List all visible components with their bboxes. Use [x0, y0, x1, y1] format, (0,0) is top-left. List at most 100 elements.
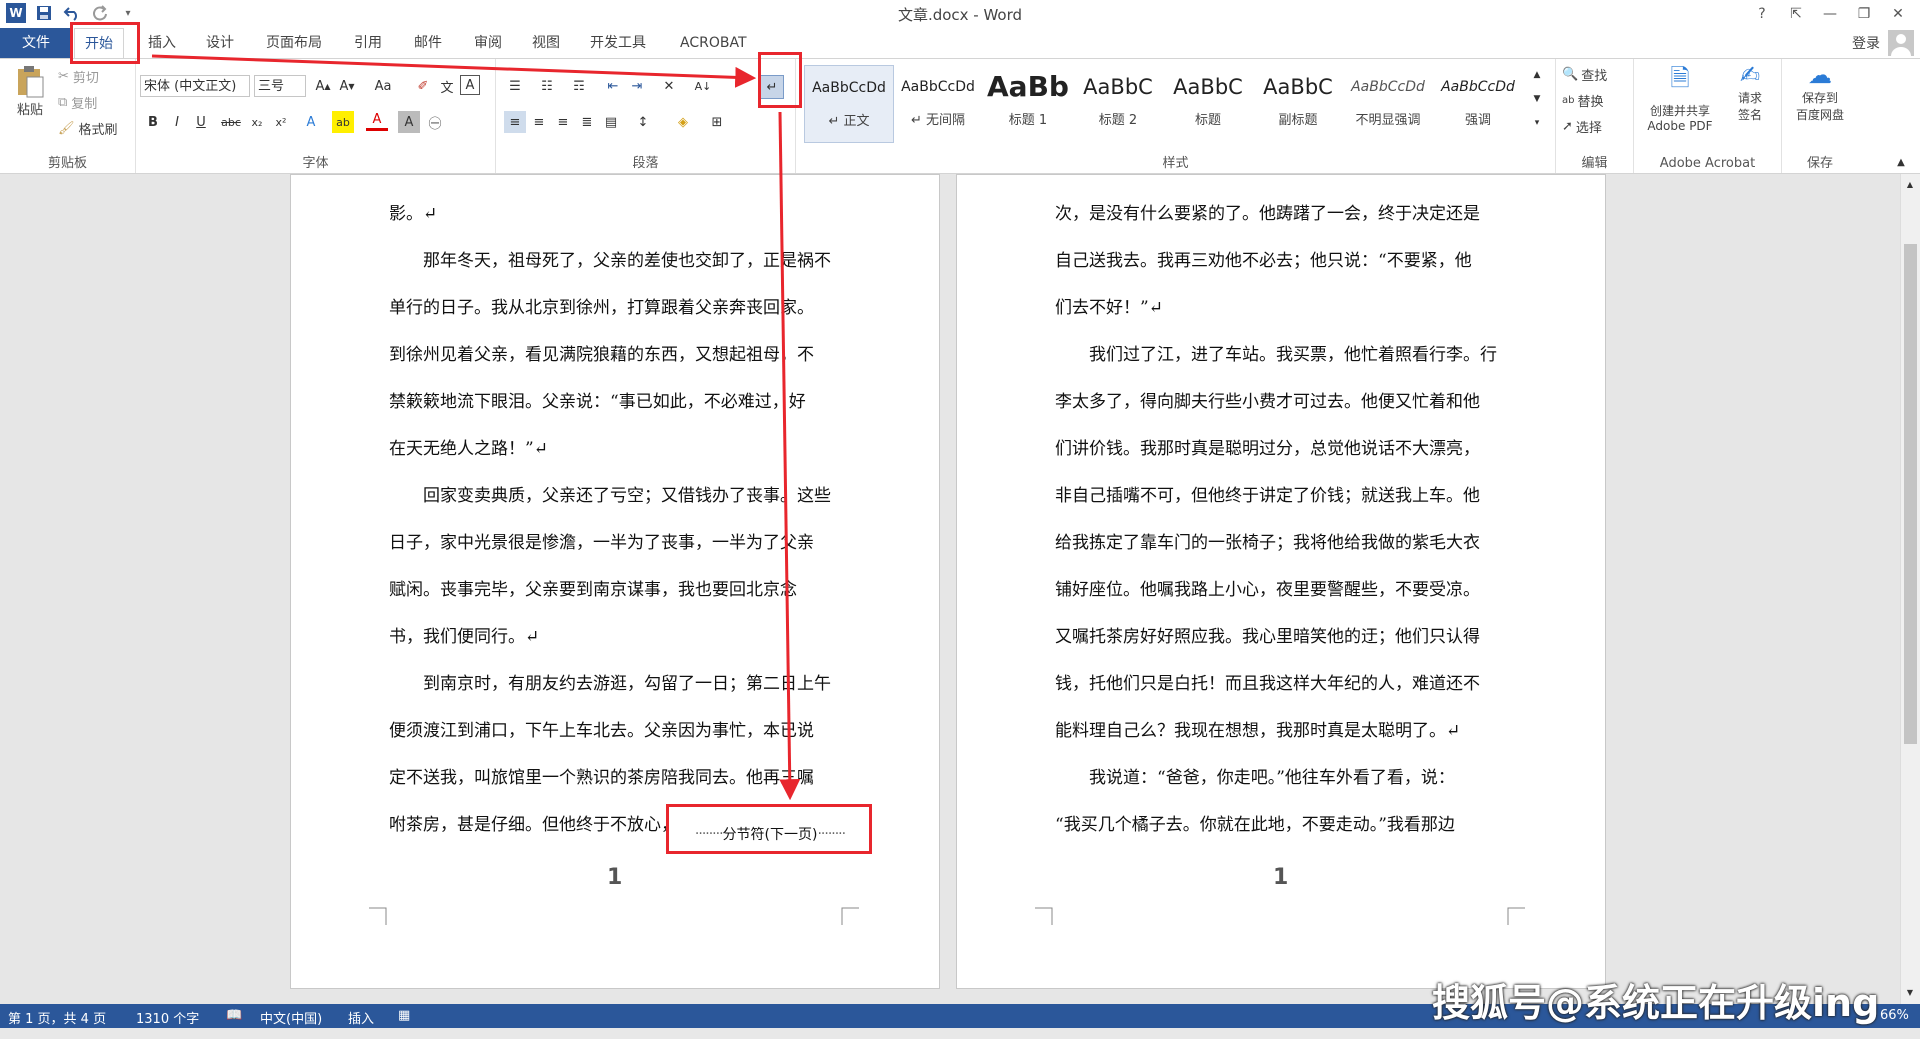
copy-button[interactable]: ⧉ 复制: [58, 93, 97, 112]
text-line: 李太多了，得向脚夫行些小费才可过去。他便又忙着和他: [1055, 392, 1480, 412]
save-icon[interactable]: [34, 3, 54, 23]
vertical-scrollbar[interactable]: ▲ ▼: [1900, 174, 1920, 1004]
format-painter-button[interactable]: 🖌 格式刷: [58, 119, 118, 138]
scroll-up-icon[interactable]: ▲: [1901, 176, 1919, 192]
tab-design[interactable]: 设计: [196, 28, 244, 58]
character-shading-icon[interactable]: A: [398, 111, 420, 133]
macro-recording-icon[interactable]: ▦: [398, 1008, 410, 1023]
increase-indent-icon[interactable]: ⇥: [626, 75, 648, 97]
font-name-combo[interactable]: 宋体 (中文正文): [140, 75, 250, 97]
tab-developer[interactable]: 开发工具: [580, 28, 656, 58]
cut-button[interactable]: ✂ 剪切: [58, 67, 99, 86]
decrease-indent-icon[interactable]: ⇤: [602, 75, 624, 97]
save-to-baidu-button[interactable]: ☁ 保存到 百度网盘: [1786, 61, 1854, 123]
numbering-icon[interactable]: ☷: [536, 75, 558, 97]
style-title[interactable]: AaBbC 标题: [1164, 65, 1252, 141]
subscript-icon[interactable]: x₂: [246, 111, 268, 133]
character-border-icon[interactable]: A: [460, 75, 480, 95]
collapse-ribbon-icon[interactable]: ▲: [1890, 151, 1912, 173]
phonetic-guide-icon[interactable]: 文: [436, 75, 458, 97]
customize-qat-icon[interactable]: ▾: [118, 3, 138, 23]
replace-button[interactable]: ab 替换: [1562, 91, 1604, 110]
superscript-icon[interactable]: x²: [270, 111, 292, 133]
tab-review[interactable]: 审阅: [464, 28, 512, 58]
tab-page-layout[interactable]: 页面布局: [256, 28, 332, 58]
ribbon-display-options-icon[interactable]: ⇱: [1780, 2, 1812, 26]
bold-icon[interactable]: B: [142, 111, 164, 133]
justify-icon[interactable]: ≣: [576, 111, 598, 133]
chinese-layout-icon[interactable]: ✕: [658, 75, 680, 97]
style-subtle-emphasis[interactable]: AaBbCcDd 不明显强调: [1344, 65, 1432, 141]
select-button[interactable]: ➚ 选择: [1562, 117, 1602, 136]
paste-button[interactable]: 粘贴: [10, 65, 50, 118]
italic-icon[interactable]: I: [166, 111, 188, 133]
tab-view[interactable]: 视图: [522, 28, 570, 58]
sign-in-link[interactable]: 登录: [1852, 33, 1880, 53]
restore-icon[interactable]: ❐: [1848, 2, 1880, 26]
font-size-combo[interactable]: 三号: [254, 75, 306, 97]
word-count-status[interactable]: 1310 个字: [136, 1008, 199, 1027]
grow-font-icon[interactable]: A ▲: [312, 75, 334, 97]
text-effects-icon[interactable]: A: [300, 111, 322, 133]
tab-mailings[interactable]: 邮件: [404, 28, 452, 58]
scrollbar-thumb[interactable]: [1904, 244, 1917, 744]
change-case-button[interactable]: Aa: [368, 75, 398, 97]
page-number: 1: [607, 865, 623, 890]
shrink-font-icon[interactable]: A ▼: [336, 75, 358, 97]
style-heading-2[interactable]: AaBbC 标题 2: [1074, 65, 1162, 141]
styles-scroll-up-icon[interactable]: ▲: [1530, 65, 1544, 85]
highlight-icon[interactable]: ab: [332, 111, 354, 133]
style-no-spacing[interactable]: AaBbCcDd ↵ 无间隔: [894, 65, 982, 141]
redo-icon[interactable]: [90, 3, 110, 23]
styles-scroll-down-icon[interactable]: ▼: [1530, 89, 1544, 109]
multilevel-list-icon[interactable]: ☶: [568, 75, 590, 97]
style-normal[interactable]: AaBbCcDd ↵ 正文: [804, 65, 894, 143]
insert-mode-status[interactable]: 插入: [348, 1008, 374, 1027]
strikethrough-icon[interactable]: abc: [220, 111, 242, 133]
style-subtitle[interactable]: AaBbC 副标题: [1254, 65, 1342, 141]
styles-group: AaBbCcDd ↵ 正文 AaBbCcDd ↵ 无间隔 AaBb 标题 1 A…: [796, 59, 1556, 173]
find-button[interactable]: 🔍 查找: [1562, 65, 1607, 84]
text-line: 赋闲。丧事完毕，父亲要到南京谋事，我也要回北京念: [389, 580, 797, 600]
page-number: 1: [1273, 865, 1289, 890]
request-signature-button[interactable]: ✍ 请求 签名: [1726, 61, 1774, 123]
minimize-icon[interactable]: —: [1814, 2, 1846, 26]
create-share-pdf-button[interactable]: 🗎 创建并共享 Adobe PDF: [1638, 61, 1722, 133]
zoom-level[interactable]: 66%: [1880, 1008, 1909, 1023]
save-to-label: 保存到: [1801, 91, 1838, 105]
sort-icon[interactable]: A↓: [692, 75, 714, 97]
tab-references[interactable]: 引用: [344, 28, 392, 58]
clear-formatting-icon[interactable]: ✐: [412, 75, 434, 97]
shading-icon[interactable]: ◈: [672, 111, 694, 133]
align-left-icon[interactable]: ≡: [504, 111, 526, 133]
line-spacing-icon[interactable]: ↕: [632, 111, 654, 133]
avatar[interactable]: [1888, 30, 1914, 56]
borders-icon[interactable]: ⊞: [706, 111, 728, 133]
page-count-status[interactable]: 第 1 页，共 4 页: [8, 1008, 106, 1027]
styles-more-icon[interactable]: ▾: [1530, 113, 1544, 133]
page-right[interactable]: 次，是没有什么要紧的了。他踌躇了一会，终于决定还是 自己送我去。我再三劝他不必去…: [956, 174, 1606, 989]
bullets-icon[interactable]: ☰: [504, 75, 526, 97]
undo-icon[interactable]: [62, 3, 82, 23]
enclose-characters-icon[interactable]: ㊀: [424, 111, 446, 133]
text-line: 在天无绝人之路！”↵: [389, 439, 548, 459]
tab-acrobat[interactable]: ACROBAT: [670, 28, 757, 58]
tab-insert[interactable]: 插入: [138, 28, 186, 58]
tab-file[interactable]: 文件: [0, 28, 72, 58]
style-heading-1[interactable]: AaBb 标题 1: [984, 65, 1072, 141]
align-right-icon[interactable]: ≡: [552, 111, 574, 133]
language-status[interactable]: 中文(中国): [260, 1008, 322, 1027]
style-preview: AaBbC: [1263, 75, 1333, 99]
text-line: 能料理自己么？我现在想想，我那时真是太聪明了。↵: [1055, 721, 1461, 741]
align-center-icon[interactable]: ≡: [528, 111, 550, 133]
help-icon[interactable]: ?: [1746, 2, 1778, 26]
underline-icon[interactable]: U: [190, 111, 212, 133]
scroll-down-icon[interactable]: ▼: [1901, 984, 1919, 1000]
font-color-icon[interactable]: A: [366, 111, 388, 131]
close-icon[interactable]: ✕: [1882, 2, 1914, 26]
style-emphasis[interactable]: AaBbCcDd 强调: [1434, 65, 1522, 141]
find-label: 查找: [1581, 69, 1608, 84]
page-left[interactable]: 影。↵ 那年冬天，祖母死了，父亲的差使也交卸了，正是祸不 单行的日子。我从北京到…: [290, 174, 940, 989]
distributed-icon[interactable]: ▤: [600, 111, 622, 133]
proofing-icon[interactable]: 📖: [226, 1008, 242, 1023]
